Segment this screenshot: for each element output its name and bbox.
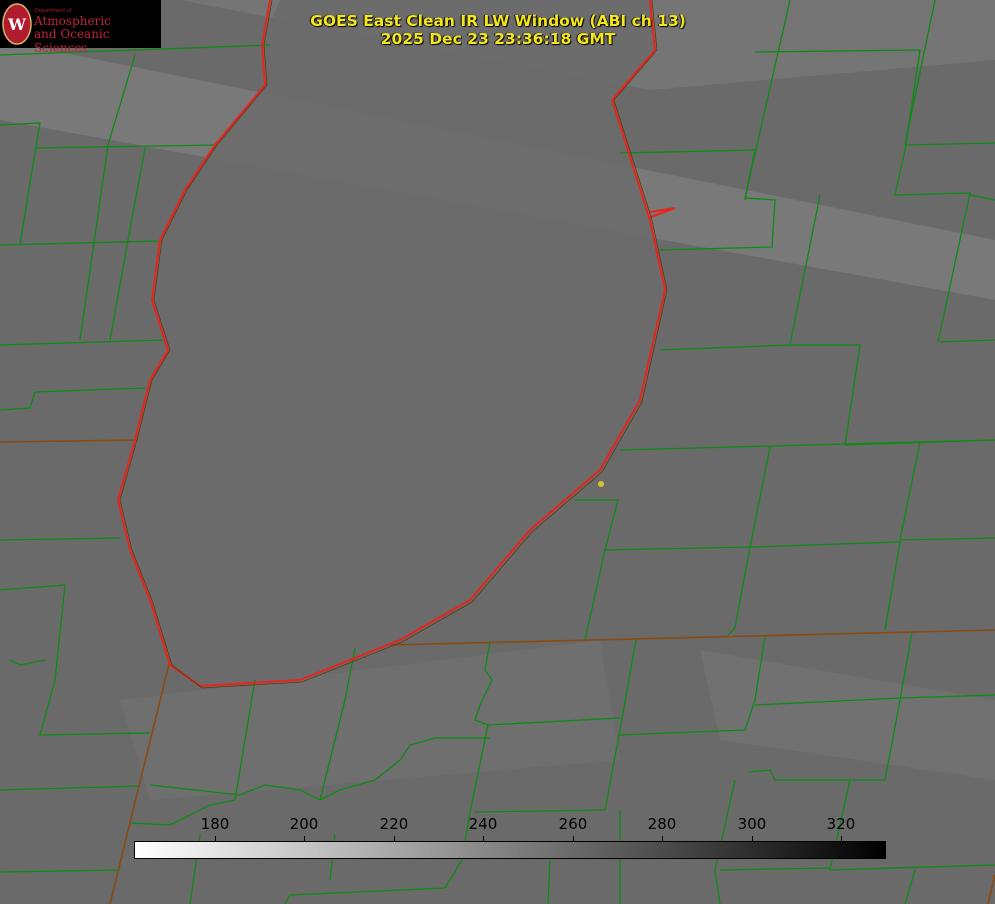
- uw-aos-logo: W Department of Atmospheric and Oceanic …: [0, 0, 161, 55]
- colorbar-tick-label: 300: [737, 815, 767, 833]
- map-timestamp: 2025 Dec 23 23:36:18 GMT: [380, 30, 616, 48]
- uw-crest-icon: W: [2, 3, 32, 45]
- colorbar-tick-label: 240: [468, 815, 498, 833]
- colorbar-tick-label: 200: [289, 815, 319, 833]
- colorbar-tick-label: 180: [200, 815, 230, 833]
- colorbar-tick-label: 220: [379, 815, 409, 833]
- logo-line-1: Atmospheric: [34, 14, 111, 28]
- svg-text:W: W: [7, 15, 27, 34]
- colorbar-tick-label: 280: [647, 815, 677, 833]
- location-marker: [598, 481, 604, 487]
- satellite-map: [0, 0, 995, 904]
- map-title: GOES East Clean IR LW Window (ABI ch 13): [310, 12, 686, 30]
- colorbar: [134, 841, 886, 859]
- colorbar-tick-label: 320: [826, 815, 856, 833]
- colorbar-tick-label: 260: [558, 815, 588, 833]
- logo-line-2: and Oceanic Sciences: [34, 27, 110, 55]
